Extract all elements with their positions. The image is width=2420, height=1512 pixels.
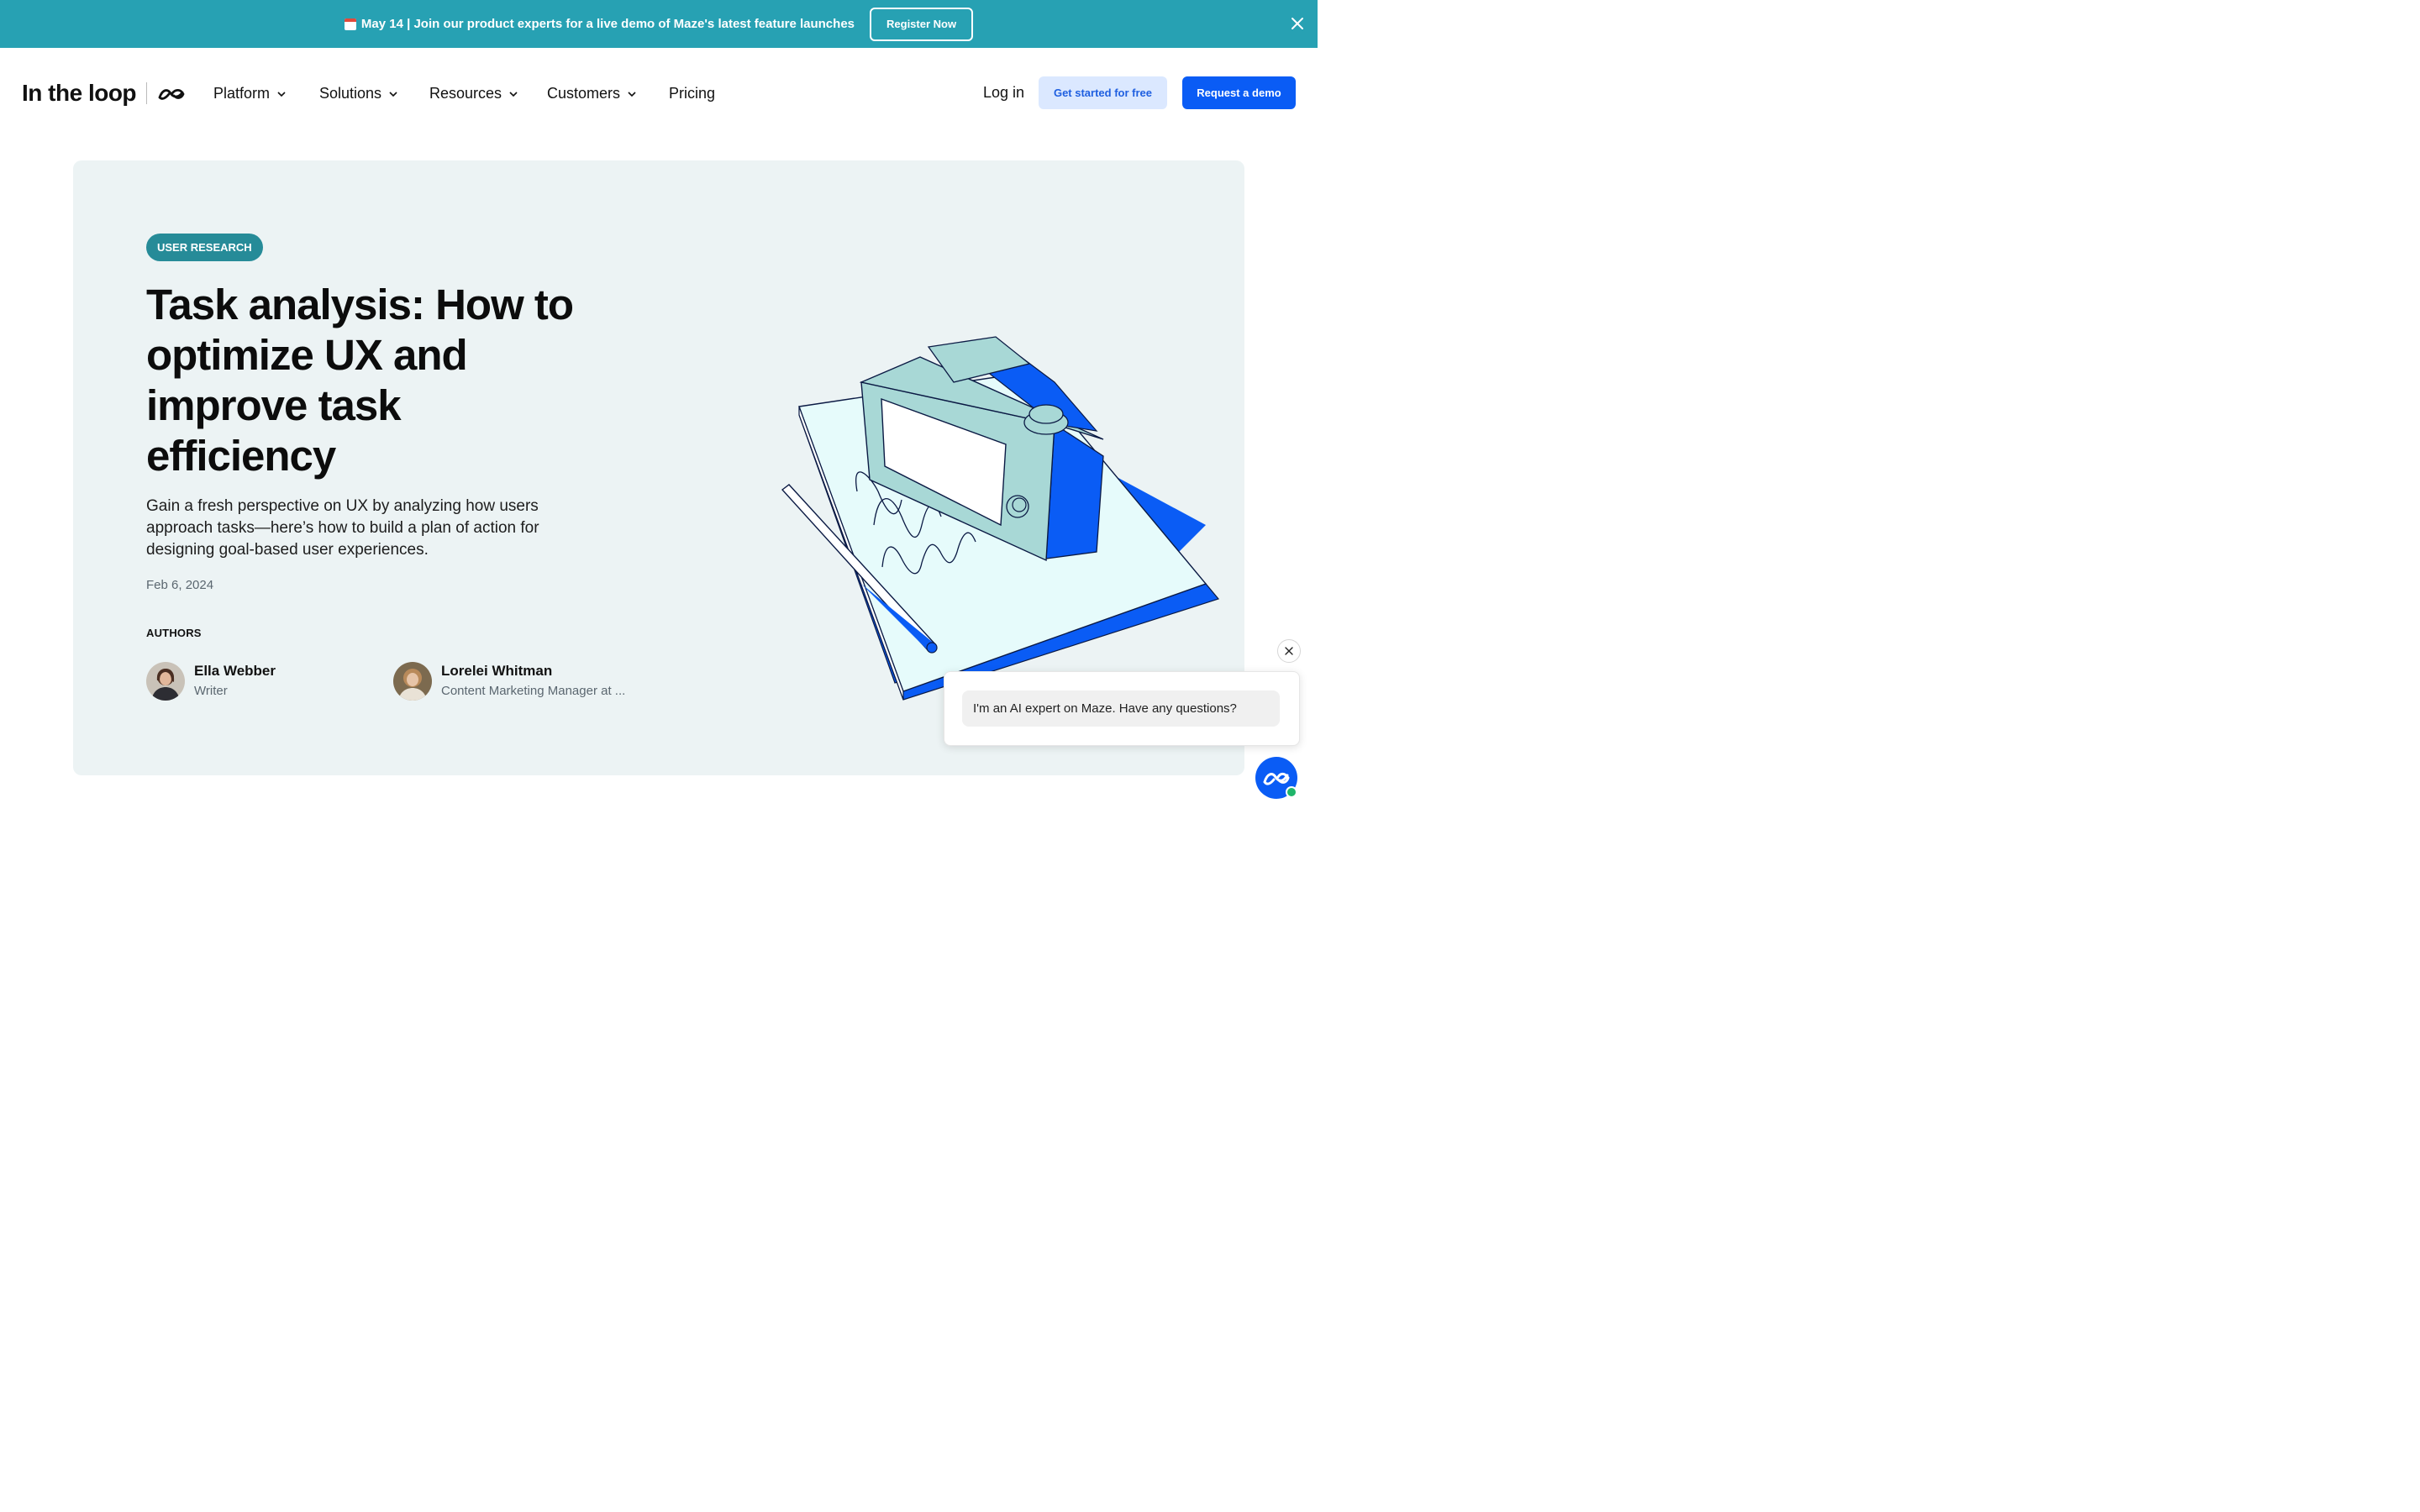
- author-role: Writer: [194, 684, 228, 698]
- author-info: Lorelei Whitman Content Marketing Manage…: [441, 663, 625, 700]
- announcement-banner: May 14 | Join our product experts for a …: [0, 0, 1318, 48]
- get-started-button[interactable]: Get started for free: [1039, 76, 1167, 109]
- publish-date: Feb 6, 2024: [146, 578, 214, 592]
- nav-label: Resources: [429, 85, 502, 102]
- author-card[interactable]: Lorelei Whitman Content Marketing Manage…: [393, 662, 625, 701]
- author-role: Content Marketing Manager at ...: [441, 684, 626, 698]
- nav-customers[interactable]: Customers: [547, 85, 636, 102]
- close-icon[interactable]: [1289, 15, 1306, 32]
- chat-message: I'm an AI expert on Maze. Have any quest…: [962, 690, 1280, 727]
- logo-divider: [146, 82, 148, 104]
- banner-text: May 14 | Join our product experts for a …: [360, 17, 855, 31]
- author-name: Lorelei Whitman: [441, 663, 553, 679]
- nav-pricing[interactable]: Pricing: [669, 85, 715, 102]
- nav-label: Customers: [547, 85, 621, 102]
- nav-resources[interactable]: Resources: [429, 85, 518, 102]
- nav-label: Solutions: [319, 85, 382, 102]
- authors-label: AUTHORS: [146, 627, 202, 639]
- chat-launcher-icon[interactable]: [1255, 757, 1298, 800]
- request-demo-button[interactable]: Request a demo: [1182, 76, 1296, 109]
- nav-label: Pricing: [669, 85, 716, 102]
- banner-message: May 14 | Join our product experts for a …: [344, 17, 855, 31]
- nav-label: Platform: [213, 85, 271, 102]
- author-card[interactable]: Ella Webber Writer: [146, 662, 276, 701]
- logo[interactable]: In the loop: [22, 80, 186, 107]
- category-badge[interactable]: USER RESEARCH: [146, 234, 263, 261]
- calendar-icon: [344, 18, 356, 30]
- article-lede: Gain a fresh perspective on UX by analyz…: [146, 497, 539, 559]
- nav-solutions[interactable]: Solutions: [319, 85, 397, 102]
- nav-platform[interactable]: Platform: [213, 85, 286, 102]
- chevron-down-icon: [509, 91, 518, 97]
- logo-text: In the loop: [22, 80, 137, 106]
- page-title: Task analysis: How to optimize UX and im…: [146, 281, 574, 480]
- author-info: Ella Webber Writer: [194, 663, 276, 700]
- camera-notepad-illustration: [781, 336, 1220, 701]
- chat-prompt[interactable]: I'm an AI expert on Maze. Have any quest…: [944, 671, 1300, 746]
- chat-close-button[interactable]: [1277, 639, 1301, 663]
- author-name: Ella Webber: [194, 663, 276, 679]
- maze-logo-icon: [158, 88, 185, 100]
- avatar: [393, 662, 432, 701]
- close-icon: [1285, 647, 1293, 655]
- site-header: In the loop Platform Solutions Resources…: [0, 48, 1318, 139]
- register-now-button[interactable]: Register Now: [870, 7, 974, 41]
- chevron-down-icon: [628, 91, 636, 97]
- chevron-down-icon: [277, 91, 286, 97]
- avatar: [146, 662, 185, 701]
- login-link[interactable]: Log in: [983, 84, 1024, 102]
- chevron-down-icon: [389, 91, 397, 97]
